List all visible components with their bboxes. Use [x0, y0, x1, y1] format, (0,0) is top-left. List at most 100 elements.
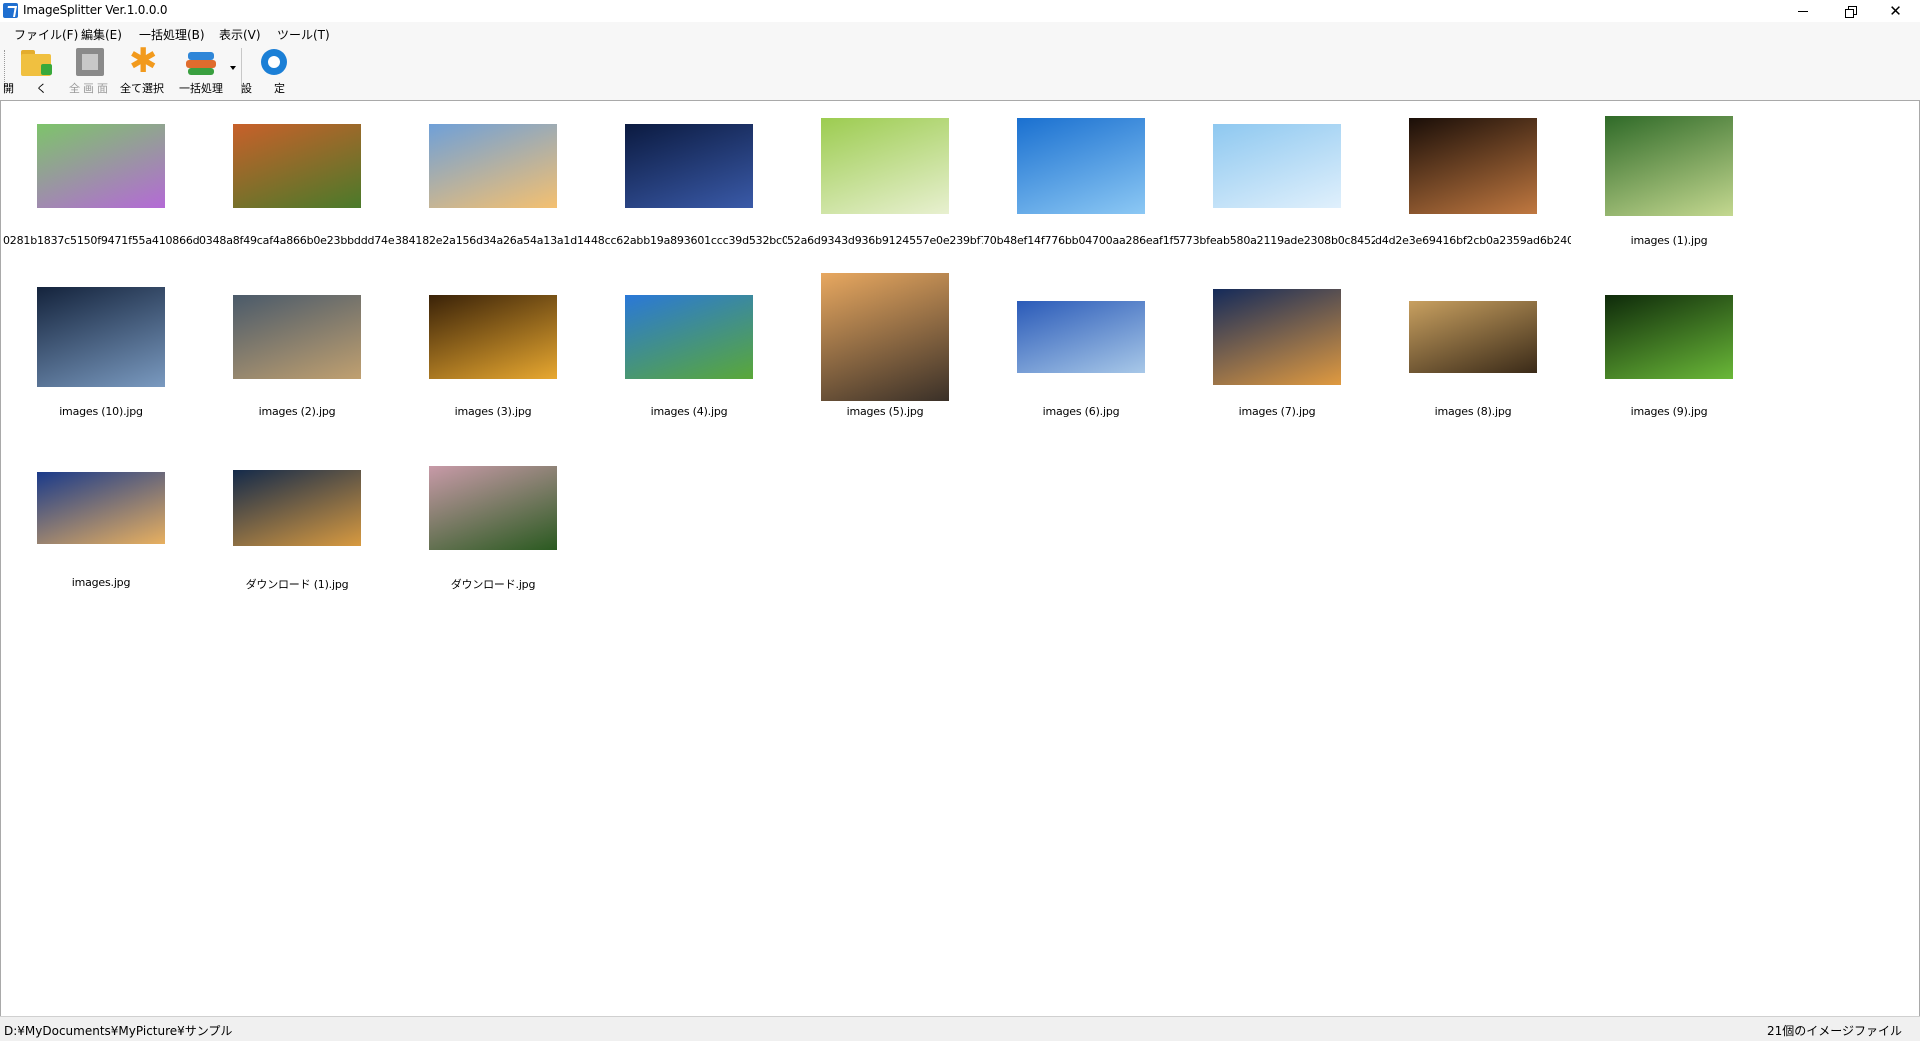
file-tile[interactable]: 773bfeab580a2119ade2308b0c84528…: [1179, 101, 1375, 271]
file-tile[interactable]: 52a6d9343d936b9124557e0e239bf78…: [787, 101, 983, 271]
image-thumbnail[interactable]: [429, 466, 557, 550]
image-thumbnail[interactable]: [821, 273, 949, 401]
thumbnail-frame[interactable]: [1571, 272, 1767, 402]
thumbnail-frame[interactable]: [1179, 101, 1375, 231]
file-name-label[interactable]: ダウンロード (1).jpg: [199, 576, 395, 592]
thumbnail-grid[interactable]: 0281b1837c5150f9471f55a410866d7… 0348a8f4…: [0, 101, 1920, 1016]
thumbnail-frame[interactable]: [591, 272, 787, 402]
file-tile[interactable]: images (9).jpg: [1571, 272, 1767, 442]
file-tile[interactable]: images (7).jpg: [1179, 272, 1375, 442]
thumbnail-frame[interactable]: [1571, 101, 1767, 231]
file-name-label[interactable]: 52a6d9343d936b9124557e0e239bf78…: [787, 234, 983, 247]
fullscreen-button[interactable]: 全画面: [66, 46, 114, 98]
file-name-label[interactable]: images.jpg: [3, 576, 199, 589]
file-name-label[interactable]: 773bfeab580a2119ade2308b0c84528…: [1179, 234, 1375, 247]
image-thumbnail[interactable]: [429, 124, 557, 208]
image-thumbnail[interactable]: [37, 472, 165, 544]
image-thumbnail[interactable]: [1409, 301, 1537, 373]
file-tile[interactable]: 70b48ef14f776bb04700aa286eaf1f5…: [983, 101, 1179, 271]
thumbnail-frame[interactable]: [1375, 101, 1571, 231]
image-thumbnail[interactable]: [37, 287, 165, 387]
thumbnail-frame[interactable]: [395, 101, 591, 231]
menu-tools[interactable]: ツール(T): [277, 26, 330, 43]
file-name-label[interactable]: ダウンロード.jpg: [395, 576, 591, 592]
image-thumbnail[interactable]: [233, 470, 361, 546]
file-tile[interactable]: 384182e2a156d34a26a54a13a1d1460…: [395, 101, 591, 271]
image-thumbnail[interactable]: [429, 295, 557, 379]
file-tile[interactable]: 0348a8f49caf4a866b0e23bbddd74ea…: [199, 101, 395, 271]
select-all-button[interactable]: ✱ 全て選択: [118, 44, 166, 98]
thumbnail-frame[interactable]: [3, 272, 199, 402]
status-file-count: 21個のイメージファイル: [1766, 1024, 1902, 1038]
batch-dropdown-arrow-icon[interactable]: [230, 66, 236, 70]
close-button[interactable]: ✕: [1873, 0, 1918, 22]
file-name-label[interactable]: images (10).jpg: [3, 405, 199, 418]
menu-edit[interactable]: 編集(E): [81, 26, 122, 43]
minimize-button[interactable]: [1780, 0, 1825, 22]
file-name-label[interactable]: images (8).jpg: [1375, 405, 1571, 418]
settings-button[interactable]: 設定: [241, 46, 300, 98]
file-name-label[interactable]: images (4).jpg: [591, 405, 787, 418]
image-thumbnail[interactable]: [233, 295, 361, 379]
thumbnail-frame[interactable]: [199, 443, 395, 573]
batch-process-button[interactable]: 一括処理: [176, 46, 226, 98]
thumbnail-frame[interactable]: [199, 101, 395, 231]
file-name-label[interactable]: 0281b1837c5150f9471f55a410866d7…: [3, 234, 199, 247]
file-tile[interactable]: ダウンロード (1).jpg: [199, 443, 395, 613]
image-thumbnail[interactable]: [1605, 116, 1733, 216]
file-tile[interactable]: ダウンロード.jpg: [395, 443, 591, 613]
image-thumbnail[interactable]: [625, 124, 753, 208]
menu-view[interactable]: 表示(V): [219, 26, 261, 43]
image-thumbnail[interactable]: [1409, 118, 1537, 214]
file-name-label[interactable]: images (9).jpg: [1571, 405, 1767, 418]
image-thumbnail[interactable]: [37, 124, 165, 208]
file-tile[interactable]: images (5).jpg: [787, 272, 983, 442]
menu-file[interactable]: ファイル(F): [14, 26, 78, 43]
thumbnail-frame[interactable]: [983, 101, 1179, 231]
image-thumbnail[interactable]: [1017, 301, 1145, 373]
file-name-label[interactable]: images (1).jpg: [1571, 234, 1767, 247]
thumbnail-frame[interactable]: [983, 272, 1179, 402]
thumbnail-frame[interactable]: [3, 443, 199, 573]
file-tile[interactable]: images (8).jpg: [1375, 272, 1571, 442]
thumbnail-frame[interactable]: [395, 443, 591, 573]
close-icon: ✕: [1889, 1, 1902, 20]
open-button[interactable]: 開く: [3, 46, 60, 98]
file-name-label[interactable]: 384182e2a156d34a26a54a13a1d1460…: [395, 234, 591, 247]
thumbnail-frame[interactable]: [591, 101, 787, 231]
file-tile[interactable]: d4d2e3e69416bf2cb0a2359ad6b240e…: [1375, 101, 1571, 271]
image-thumbnail[interactable]: [1213, 124, 1341, 208]
image-thumbnail[interactable]: [821, 118, 949, 214]
file-tile[interactable]: images (4).jpg: [591, 272, 787, 442]
file-name-label[interactable]: 70b48ef14f776bb04700aa286eaf1f5…: [983, 234, 1179, 247]
thumbnail-frame[interactable]: [1375, 272, 1571, 402]
image-thumbnail[interactable]: [233, 124, 361, 208]
file-tile[interactable]: images (3).jpg: [395, 272, 591, 442]
restore-button[interactable]: [1827, 0, 1872, 22]
file-tile[interactable]: images.jpg: [3, 443, 199, 613]
file-tile[interactable]: 0281b1837c5150f9471f55a410866d7…: [3, 101, 199, 271]
image-thumbnail[interactable]: [625, 295, 753, 379]
file-name-label[interactable]: d4d2e3e69416bf2cb0a2359ad6b240e…: [1375, 234, 1571, 247]
file-name-label[interactable]: images (5).jpg: [787, 405, 983, 418]
thumbnail-frame[interactable]: [395, 272, 591, 402]
file-name-label[interactable]: images (6).jpg: [983, 405, 1179, 418]
file-name-label[interactable]: images (7).jpg: [1179, 405, 1375, 418]
file-name-label[interactable]: images (2).jpg: [199, 405, 395, 418]
file-name-label[interactable]: 48cc62abb19a893601ccc39d532bc0b…: [591, 234, 787, 247]
file-tile[interactable]: images (10).jpg: [3, 272, 199, 442]
file-tile[interactable]: 48cc62abb19a893601ccc39d532bc0b…: [591, 101, 787, 271]
image-thumbnail[interactable]: [1605, 295, 1733, 379]
thumbnail-frame[interactable]: [787, 101, 983, 231]
file-tile[interactable]: images (1).jpg: [1571, 101, 1767, 271]
file-name-label[interactable]: 0348a8f49caf4a866b0e23bbddd74ea…: [199, 234, 395, 247]
file-tile[interactable]: images (2).jpg: [199, 272, 395, 442]
thumbnail-frame[interactable]: [787, 272, 983, 402]
thumbnail-frame[interactable]: [3, 101, 199, 231]
image-thumbnail[interactable]: [1213, 289, 1341, 385]
file-name-label[interactable]: images (3).jpg: [395, 405, 591, 418]
file-tile[interactable]: images (6).jpg: [983, 272, 1179, 442]
image-thumbnail[interactable]: [1017, 118, 1145, 214]
thumbnail-frame[interactable]: [1179, 272, 1375, 402]
thumbnail-frame[interactable]: [199, 272, 395, 402]
